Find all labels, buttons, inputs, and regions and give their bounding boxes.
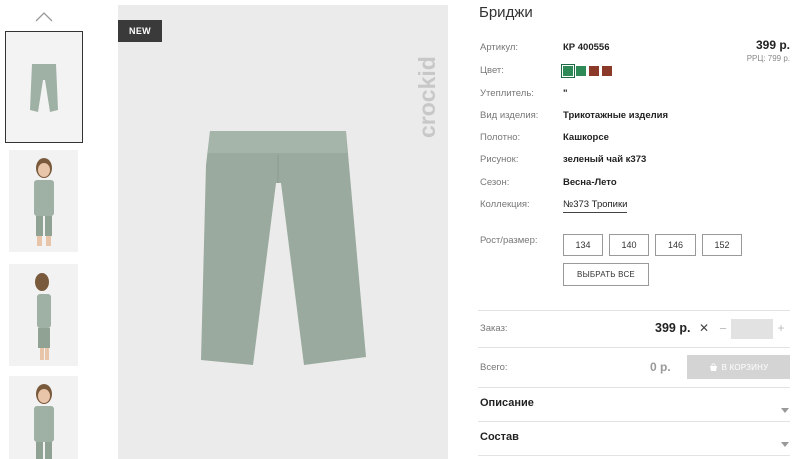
- description-chevron-down-icon[interactable]: [781, 401, 789, 413]
- qty-decrease-button[interactable]: −: [716, 319, 730, 337]
- thumbnail-shorts-image: [6, 32, 82, 142]
- description-accordion[interactable]: Описание: [480, 397, 534, 409]
- divider: [478, 310, 790, 311]
- product-title: Бриджи: [479, 4, 533, 21]
- order-label: Заказ:: [480, 323, 508, 334]
- season-label: Сезон:: [480, 177, 510, 188]
- color-swatch-2[interactable]: [576, 66, 586, 76]
- thumbnail-3[interactable]: [9, 264, 78, 366]
- fabric-value: Кашкорсе: [563, 132, 609, 143]
- price: 399 р.: [755, 38, 790, 52]
- size-option-152[interactable]: 152: [702, 234, 742, 256]
- type-value: Трикотажные изделия: [563, 110, 669, 121]
- cart-icon: [709, 362, 717, 371]
- qty-increase-button[interactable]: +: [775, 319, 787, 337]
- type-label: Вид изделия:: [480, 110, 539, 121]
- thumbnail-4[interactable]: [9, 376, 78, 459]
- insulation-value: ": [563, 88, 568, 99]
- divider: [478, 387, 790, 388]
- brand-logo-text: crockid: [414, 56, 440, 138]
- divider: [478, 421, 790, 422]
- insulation-label: Утеплитель:: [480, 88, 534, 99]
- season-value: Весна-Лето: [563, 177, 617, 188]
- divider: [478, 347, 790, 348]
- shorts-illustration: [118, 5, 448, 459]
- pattern-value: зеленый чай к373: [563, 154, 647, 165]
- new-badge: NEW: [118, 20, 162, 42]
- article-value: КР 400556: [563, 42, 610, 53]
- total-value: 0 р.: [650, 360, 671, 374]
- size-option-146[interactable]: 146: [655, 234, 696, 256]
- collection-label: Коллекция:: [480, 199, 530, 210]
- collection-value: №373 Тропики: [563, 199, 628, 213]
- brand-logo: crockid: [400, 20, 446, 140]
- thumbnail-1[interactable]: [5, 31, 83, 143]
- total-label: Всего:: [480, 362, 508, 373]
- color-swatch-1[interactable]: [561, 64, 575, 78]
- select-all-sizes-button[interactable]: ВЫБРАТЬ ВСЕ: [563, 263, 649, 286]
- color-label: Цвет:: [480, 65, 504, 76]
- color-swatch-3[interactable]: [589, 66, 599, 76]
- size-option-134[interactable]: 134: [563, 234, 603, 256]
- composition-accordion[interactable]: Состав: [480, 431, 519, 443]
- rrp-price: РРЦ: 799 р.: [746, 54, 790, 63]
- pattern-label: Рисунок:: [480, 154, 519, 165]
- clear-order-icon[interactable]: ✕: [699, 321, 709, 335]
- order-price: 399 р.: [655, 321, 691, 335]
- fabric-label: Полотно:: [480, 132, 521, 143]
- add-to-cart-label: В КОРЗИНУ: [721, 362, 769, 372]
- thumbnail-scroll-up-icon[interactable]: [34, 10, 54, 24]
- article-label: Артикул:: [480, 42, 519, 53]
- divider: [478, 455, 790, 456]
- size-label: Рост/размер:: [480, 235, 538, 246]
- thumbnail-model-front-image: [9, 150, 78, 252]
- thumbnail-model-front-2-image: [9, 376, 78, 459]
- thumbnail-model-side-image: [9, 264, 78, 366]
- main-product-image[interactable]: [118, 5, 448, 459]
- collection-link[interactable]: №373 Тропики: [563, 199, 628, 213]
- color-swatches: [561, 64, 612, 78]
- thumbnail-2[interactable]: [9, 150, 78, 252]
- composition-chevron-down-icon[interactable]: [781, 435, 789, 447]
- size-option-140[interactable]: 140: [609, 234, 649, 256]
- qty-input[interactable]: [731, 319, 773, 339]
- add-to-cart-button[interactable]: В КОРЗИНУ: [687, 355, 790, 379]
- color-swatch-4[interactable]: [602, 66, 612, 76]
